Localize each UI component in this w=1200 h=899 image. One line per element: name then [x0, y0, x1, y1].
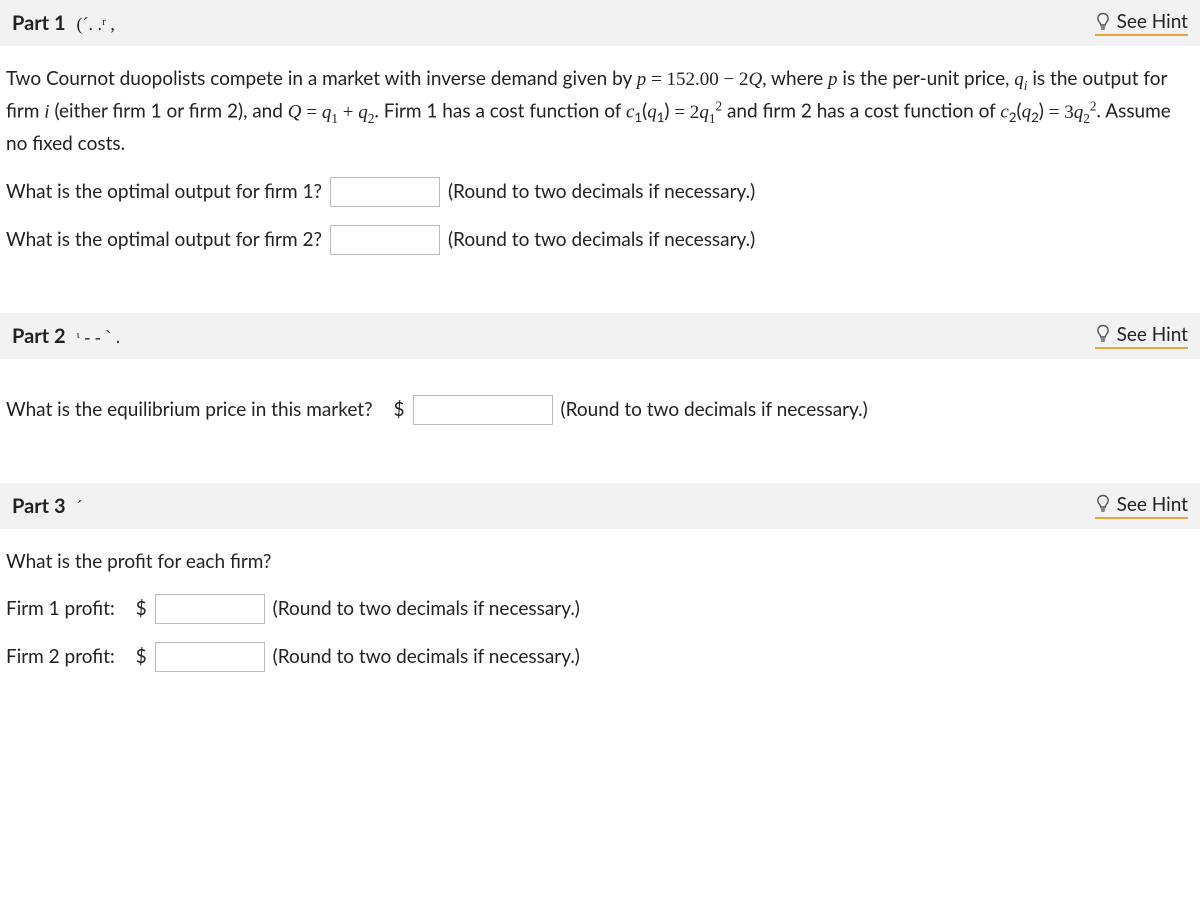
firm1-profit-label: Firm 1 profit:	[6, 594, 115, 623]
part1-header: Part 1 (´. .ʳ , See Hint	[0, 0, 1200, 46]
firm1-output-input[interactable]	[330, 177, 440, 207]
part2-header: Part 2 ᶥ - - ` . See Hint	[0, 313, 1200, 359]
round-note: (Round to two decimals if necessary.)	[448, 225, 755, 254]
see-hint-part1[interactable]: See Hint	[1095, 10, 1188, 36]
part1-q1-row: What is the optimal output for firm 1? (…	[6, 177, 1194, 207]
firm1-profit-input[interactable]	[155, 594, 265, 624]
part3-subtitle: ´	[76, 497, 82, 517]
firm2-profit-input[interactable]	[155, 642, 265, 672]
part2-title: Part 2 ᶥ - - ` .	[12, 324, 120, 348]
part1-subtitle: (´. .ʳ ,	[76, 14, 114, 34]
lightbulb-icon	[1095, 324, 1111, 344]
equilibrium-price-label: What is the equilibrium price in this ma…	[6, 395, 373, 424]
firm2-output-input[interactable]	[330, 225, 440, 255]
see-hint-label: See Hint	[1117, 493, 1188, 516]
part2-q-row: What is the equilibrium price in this ma…	[6, 395, 1194, 425]
part3-content: What is the profit for each firm? Firm 1…	[0, 529, 1200, 730]
lightbulb-icon	[1095, 494, 1111, 514]
part2-content: What is the equilibrium price in this ma…	[0, 359, 1200, 483]
round-note: (Round to two decimals if necessary.)	[561, 395, 868, 424]
firm2-profit-label: Firm 2 profit:	[6, 642, 115, 671]
equilibrium-price-input[interactable]	[413, 395, 553, 425]
part1-q2-row: What is the optimal output for firm 2? (…	[6, 225, 1194, 255]
see-hint-part2[interactable]: See Hint	[1095, 323, 1188, 349]
currency-symbol: $	[393, 395, 404, 424]
see-hint-part3[interactable]: See Hint	[1095, 493, 1188, 519]
lightbulb-icon	[1095, 12, 1111, 32]
round-note: (Round to two decimals if necessary.)	[273, 594, 580, 623]
see-hint-label: See Hint	[1117, 323, 1188, 346]
see-hint-label: See Hint	[1117, 10, 1188, 33]
part3-firm1-row: Firm 1 profit: $ (Round to two decimals …	[6, 594, 1194, 624]
part3-title-text: Part 3	[12, 494, 66, 518]
part2-title-text: Part 2	[12, 324, 66, 348]
part1-title: Part 1 (´. .ʳ ,	[12, 11, 115, 35]
part1-title-text: Part 1	[12, 11, 66, 35]
profit-question-label: What is the profit for each firm?	[6, 547, 1194, 576]
firm2-output-label: What is the optimal output for firm 2?	[6, 225, 322, 254]
firm1-output-label: What is the optimal output for firm 1?	[6, 177, 322, 206]
part3-title: Part 3 ´	[12, 494, 82, 518]
round-note: (Round to two decimals if necessary.)	[273, 642, 580, 671]
part2-subtitle: ᶥ - - ` .	[76, 327, 120, 347]
part1-content: Two Cournot duopolists compete in a mark…	[0, 46, 1200, 313]
currency-symbol: $	[136, 594, 147, 623]
currency-symbol: $	[136, 642, 147, 671]
round-note: (Round to two decimals if necessary.)	[448, 177, 755, 206]
problem-statement: Two Cournot duopolists compete in a mark…	[6, 64, 1194, 159]
part3-firm2-row: Firm 2 profit: $ (Round to two decimals …	[6, 642, 1194, 672]
part3-header: Part 3 ´ See Hint	[0, 483, 1200, 529]
